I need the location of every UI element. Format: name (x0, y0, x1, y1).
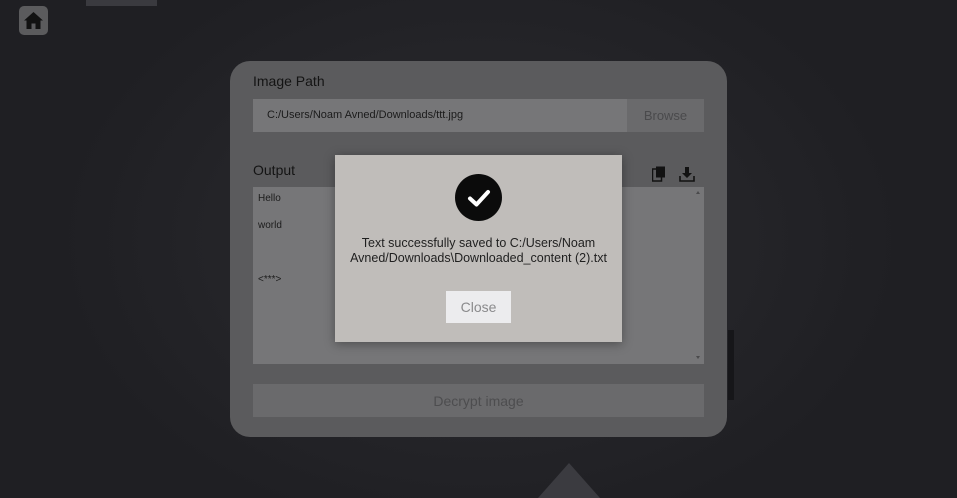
decorative-triangle (538, 463, 600, 498)
check-circle-icon (455, 174, 502, 221)
home-button[interactable] (19, 6, 48, 35)
download-icon (679, 167, 695, 182)
browse-button[interactable]: Browse (627, 99, 704, 132)
success-dialog: Text successfully saved to C:/Users/Noam… (335, 155, 622, 342)
home-icon (24, 12, 43, 29)
decorative-bar (728, 330, 734, 400)
download-button[interactable] (678, 165, 696, 183)
decrypt-image-button[interactable]: Decrypt image (253, 384, 704, 417)
image-path-input[interactable]: C:/Users/Noam Avned/Downloads/ttt.jpg (253, 99, 627, 132)
output-label: Output (253, 162, 296, 178)
dialog-message: Text successfully saved to C:/Users/Noam… (350, 236, 607, 265)
copy-button[interactable] (650, 165, 668, 183)
scroll-down-arrow-icon[interactable] (696, 356, 700, 359)
copy-icon (652, 166, 665, 182)
image-path-label: Image Path (253, 73, 325, 89)
close-button[interactable]: Close (446, 291, 511, 323)
scroll-up-arrow-icon[interactable] (696, 191, 700, 194)
checkmark-icon (467, 189, 490, 206)
top-tab-indicator (86, 0, 157, 6)
